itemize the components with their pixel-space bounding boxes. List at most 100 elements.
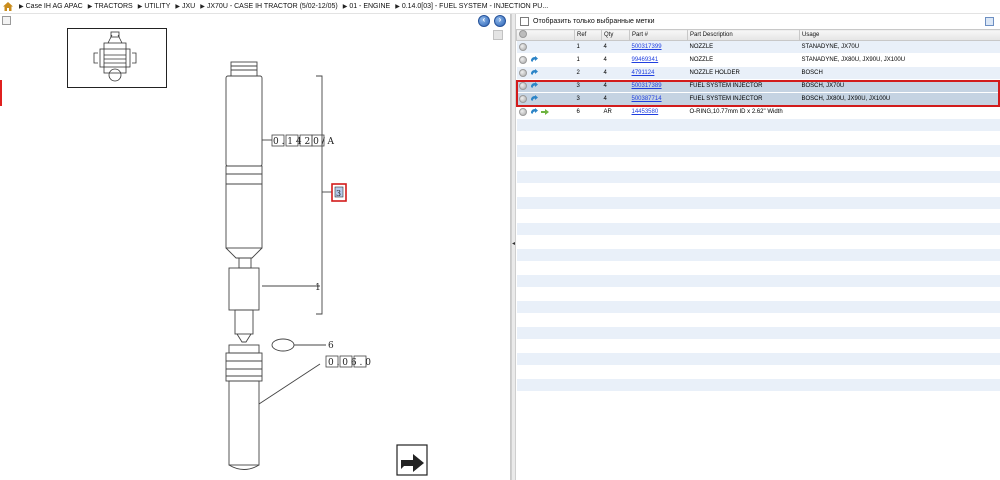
header-usage[interactable]: Usage: [799, 29, 1000, 41]
next-page-icon[interactable]: [396, 444, 428, 476]
row-qty: 4: [601, 40, 630, 54]
breadcrumb-item-section[interactable]: ▶ 01 - ENGINE: [343, 3, 390, 10]
table-row-empty: [516, 248, 1000, 262]
table-row[interactable]: 1 4 99469341 NOZZLE STANADYNE, JX80U, JX90U,…: [516, 53, 1000, 67]
header-select-all[interactable]: [516, 29, 575, 41]
part-number-link[interactable]: 14453580: [632, 109, 659, 115]
row-part-number[interactable]: 14453580: [629, 105, 688, 119]
table-row-empty: [516, 274, 1000, 288]
row-description: NOZZLE: [687, 40, 800, 54]
chevron-right-icon: ▶: [342, 4, 348, 10]
parts-pane: Отобразить только выбранные метки Ref Qt…: [516, 14, 1000, 480]
table-row-empty: [516, 261, 1000, 275]
breadcrumb-item-page[interactable]: ▶ 0.14.0[03] - FUEL SYSTEM - INJECTION PU…: [395, 3, 548, 10]
header-description[interactable]: Part Description: [687, 29, 800, 41]
part-number-link[interactable]: 500317389: [632, 83, 662, 89]
row-qty: 4: [601, 53, 630, 67]
home-icon[interactable]: [3, 2, 13, 11]
table-row[interactable]: 2 4 4791124 NOZZLE HOLDER BOSCH: [516, 66, 1000, 80]
part-number-link[interactable]: 4791124: [632, 70, 655, 76]
ref-label-6[interactable]: 6: [328, 341, 334, 351]
row-usage: BOSCH, JX80U, JX90U, JX100U: [799, 92, 1000, 106]
table-row-empty: [516, 222, 1000, 236]
breadcrumb-item-utility[interactable]: ▶ UTILITY: [138, 3, 171, 10]
row-actions[interactable]: [516, 53, 575, 67]
breadcrumb-item-brand[interactable]: ▶ Case IH AG APAC: [19, 3, 83, 10]
select-row-icon[interactable]: [518, 69, 527, 77]
breadcrumb-item-tractors[interactable]: ▶ TRACTORS: [88, 3, 133, 10]
select-row-icon[interactable]: [518, 108, 527, 116]
part-number-link[interactable]: 500317399: [632, 44, 662, 50]
cross-reference-icon[interactable]: [530, 69, 538, 77]
table-row-empty: [516, 131, 1000, 145]
replacement-icon[interactable]: [540, 108, 550, 116]
cross-reference-icon[interactable]: [530, 56, 538, 64]
row-usage: STANADYNE, JX80U, JX90U, JX100U: [799, 53, 1000, 67]
chevron-right-icon: ▶: [87, 4, 93, 10]
ref-label-3[interactable]: 3: [336, 189, 341, 198]
header-part-number[interactable]: Part #: [629, 29, 688, 41]
parts-table: Ref Qty Part # Part Description Usage 14…: [516, 29, 1000, 405]
table-row[interactable]: 1 4 500317399 NOZZLE STANADYNE, JX70U: [516, 40, 1000, 54]
table-row-empty: [516, 196, 1000, 210]
row-actions[interactable]: [516, 40, 575, 54]
table-row[interactable]: 6 AR 14453580 O-RING,10.77mm ID x 2.62" Wid…: [516, 105, 1000, 119]
chevron-right-icon: ▶: [137, 4, 143, 10]
table-row-empty: [516, 378, 1000, 392]
header-qty[interactable]: Qty: [601, 29, 630, 41]
cross-reference-icon[interactable]: [530, 108, 538, 116]
ref-label-1[interactable]: 1: [315, 283, 321, 293]
breadcrumb-item-model[interactable]: ▶ JX70U - CASE IH TRACTOR (5/02-12/05): [200, 3, 337, 10]
row-description: FUEL SYSTEM INJECTOR: [687, 92, 800, 106]
header-ref[interactable]: Ref: [574, 29, 602, 41]
collapse-arrow-icon[interactable]: ◂: [512, 240, 515, 247]
part-number-link[interactable]: 500387714: [632, 96, 662, 102]
row-actions[interactable]: [516, 92, 575, 106]
row-actions[interactable]: [516, 105, 575, 119]
table-row-empty: [516, 313, 1000, 327]
cross-reference-icon[interactable]: [530, 95, 538, 103]
select-row-icon[interactable]: [518, 56, 527, 64]
breadcrumb: ▶ Case IH AG APAC ▶ TRACTORS ▶ UTILITY ▶ JXU…: [0, 0, 1000, 14]
table-row-empty: [516, 352, 1000, 366]
breadcrumb-item-series[interactable]: ▶ JXU: [175, 3, 195, 10]
list-settings-icon[interactable]: [985, 17, 994, 26]
row-part-number[interactable]: 4791124: [629, 66, 688, 80]
row-qty: 4: [601, 92, 630, 106]
table-row-empty: [516, 183, 1000, 197]
row-ref: 3: [574, 79, 602, 93]
show-selected-checkbox[interactable]: [520, 17, 529, 26]
row-description: FUEL SYSTEM INJECTOR: [687, 79, 800, 93]
table-row[interactable]: 3 4 500387714 FUEL SYSTEM INJECTOR BOSCH, JX…: [516, 92, 1000, 106]
table-header-row: Ref Qty Part # Part Description Usage: [516, 29, 1000, 41]
row-usage: BOSCH, JX70U: [799, 79, 1000, 93]
row-ref: 3: [574, 92, 602, 106]
row-ref: 1: [574, 40, 602, 54]
select-all-icon[interactable]: [519, 30, 527, 38]
callout-label-bottom[interactable]: 0 . 0 6 . 0: [328, 358, 371, 368]
row-part-number[interactable]: 500387714: [629, 92, 688, 106]
row-qty: 4: [601, 66, 630, 80]
table-row-empty: [516, 300, 1000, 314]
row-usage: STANADYNE, JX70U: [799, 40, 1000, 54]
table-row-empty: [516, 157, 1000, 171]
cross-reference-icon[interactable]: [530, 82, 538, 90]
table-row[interactable]: 3 4 500317389 FUEL SYSTEM INJECTOR BOSCH, JX…: [516, 79, 1000, 93]
callout-label-top[interactable]: 0 . 1 4 2 0 / A: [273, 137, 335, 147]
filter-row: Отобразить только выбранные метки: [516, 14, 1000, 29]
row-actions[interactable]: [516, 66, 575, 80]
select-row-icon[interactable]: [518, 43, 527, 51]
row-part-number[interactable]: 99469341: [629, 53, 688, 67]
table-row-empty: [516, 209, 1000, 223]
show-selected-label[interactable]: Отобразить только выбранные метки: [533, 18, 654, 25]
row-usage: [799, 105, 1000, 119]
part-number-link[interactable]: 99469341: [632, 57, 659, 63]
row-part-number[interactable]: 500317399: [629, 40, 688, 54]
select-row-icon[interactable]: [518, 95, 527, 103]
row-actions[interactable]: [516, 79, 575, 93]
table-row-empty: [516, 326, 1000, 340]
row-usage: BOSCH: [799, 66, 1000, 80]
row-part-number[interactable]: 500317389: [629, 79, 688, 93]
select-row-icon[interactable]: [518, 82, 527, 90]
row-ref: 1: [574, 53, 602, 67]
